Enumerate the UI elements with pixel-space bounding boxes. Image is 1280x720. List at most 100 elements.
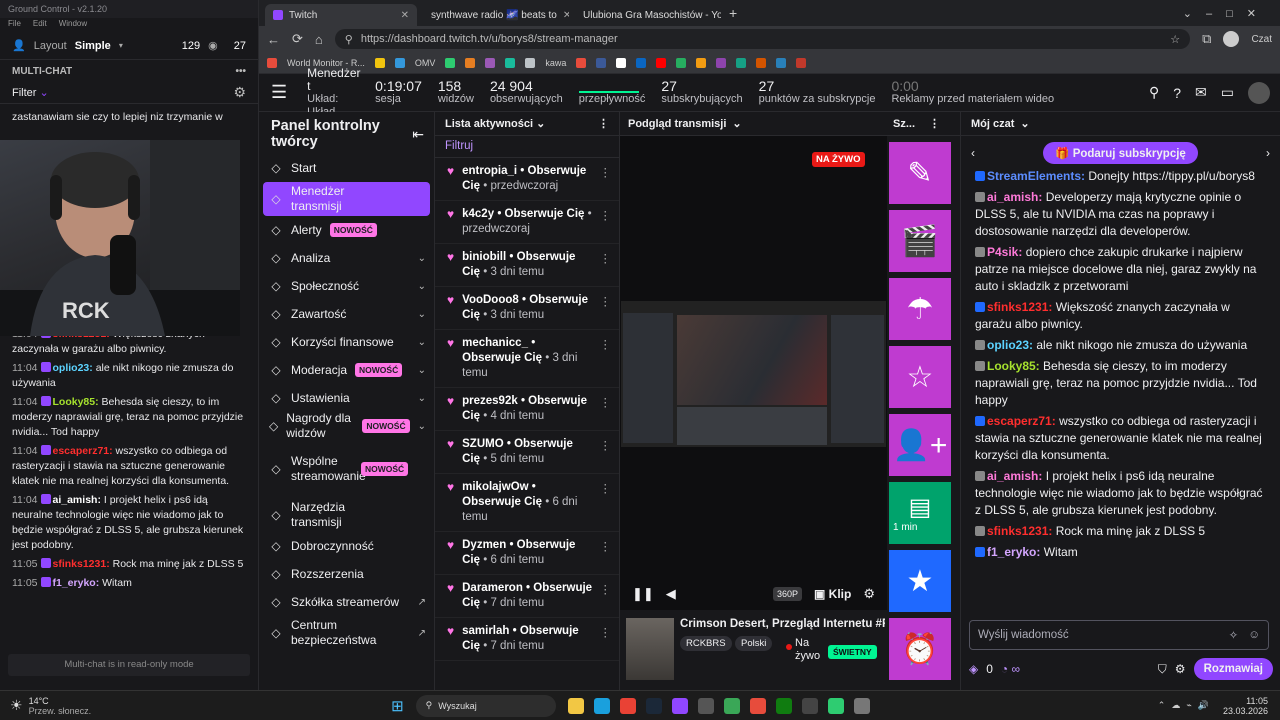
gear-icon[interactable]: ⚙ (863, 586, 875, 602)
message-user[interactable]: escaperz71: (987, 414, 1056, 428)
site-info-icon[interactable]: ⚲ (345, 33, 353, 46)
sidebar-item-4[interactable]: ◇ Społeczność ⌄ (259, 272, 434, 300)
extensions-icon[interactable]: ⧉ (1202, 31, 1211, 47)
preview-title[interactable]: Podgląd transmisji (628, 118, 726, 130)
activity-item[interactable]: ♥ SZUMO • Obserwuje Cię • 5 dni temu ⋮ (435, 431, 619, 474)
app-icon[interactable] (827, 697, 844, 714)
activity-item[interactable]: ♥ biniobill • Obserwuje Cię • 3 dni temu ⋮ (435, 244, 619, 287)
sparkle-icon[interactable]: ✧ (1229, 628, 1239, 642)
bookmark-icon[interactable] (465, 57, 476, 68)
activity-user[interactable]: biniobill (462, 251, 506, 263)
chrome-icon[interactable] (619, 697, 636, 714)
bookmark-icon[interactable] (394, 57, 405, 68)
activity-user[interactable]: mechanicc_ (462, 337, 528, 349)
activity-user[interactable]: samirlah (462, 625, 509, 637)
gear-icon[interactable]: ⚙ (1175, 662, 1186, 676)
alarm-button[interactable]: ⏰ (889, 618, 951, 680)
activity-user[interactable]: mikolajwOw (462, 481, 528, 493)
app-icon[interactable] (723, 697, 740, 714)
profile-chat-button[interactable]: Czat (1251, 34, 1272, 45)
external-link-icon[interactable]: ↗ (418, 597, 426, 608)
bookmark-kawa[interactable]: kawa (545, 58, 566, 68)
more-icon[interactable]: ⋮ (600, 295, 612, 310)
avatar[interactable] (1223, 31, 1240, 47)
tray-icons[interactable]: ⌃☁⌁🔊 (1158, 700, 1215, 711)
menu-edit[interactable]: Edit (33, 19, 47, 31)
activity-user[interactable]: Darameron (462, 582, 523, 594)
steam-icon[interactable] (645, 697, 662, 714)
activity-item[interactable]: ♥ entropia_i • Obserwuje Cię • przedwczor… (435, 158, 619, 201)
more-icon[interactable]: ⋮ (600, 583, 612, 598)
more-icon[interactable]: ⋮ (929, 117, 940, 130)
chat-send-button[interactable]: Rozmawiaj (1193, 658, 1273, 680)
chevron-down-icon[interactable]: ▾ (119, 41, 123, 50)
pause-icon[interactable]: ❚❚ (632, 586, 654, 602)
volume-icon[interactable]: ◀ (666, 586, 676, 602)
more-icon[interactable]: ••• (235, 66, 246, 77)
more-icon[interactable]: ⋮ (600, 626, 612, 641)
bookmark-icon[interactable] (676, 57, 687, 68)
chevron-down-icon[interactable]: ⌄ (418, 281, 426, 292)
sidebar-item-1[interactable]: ◇ Menedżer transmisji (263, 182, 430, 216)
raid-button[interactable]: ☂ (889, 278, 951, 340)
more-icon[interactable]: ⋮ (600, 482, 612, 497)
tag-chip[interactable]: Polski (735, 636, 773, 651)
message-user[interactable]: sfinks1231: (53, 558, 110, 570)
sidebar-item-0[interactable]: ◇ Start (259, 154, 434, 182)
tab-twitch[interactable]: Twitch ✕ (265, 4, 417, 26)
gift-sub-button[interactable]: 🎁 Podaruj subskrypcję (1043, 142, 1198, 164)
chevron-down-icon[interactable]: ⌄ (1020, 117, 1029, 130)
layout-select[interactable]: Simple (75, 40, 111, 52)
more-icon[interactable]: ⋮ (600, 209, 612, 224)
video-frame[interactable] (621, 301, 886, 447)
activity-user[interactable]: prezes92k (462, 395, 518, 407)
filter-dropdown[interactable]: Filter ⌄ (12, 86, 49, 99)
weather-widget[interactable]: 14°C Przew. słonecz. (29, 696, 92, 716)
message-user[interactable]: ai_amish: (987, 469, 1042, 483)
sidebar-item-14[interactable]: ◇ Szkółka streamerów ↗ (259, 588, 434, 616)
message-user[interactable]: sfinks1231: (987, 524, 1052, 538)
more-icon[interactable]: ⋮ (600, 540, 612, 555)
message-user[interactable]: f1_eryko: (987, 545, 1040, 559)
chevron-down-icon[interactable]: ⌄ (418, 393, 426, 404)
collapse-icon[interactable]: ⇤ (412, 126, 424, 143)
xbox-icon[interactable] (775, 697, 792, 714)
activity-filter[interactable]: Filtruj (435, 136, 619, 158)
bookmark-icon[interactable] (796, 57, 807, 68)
clip-action-button[interactable]: 🎬 (889, 210, 951, 272)
bookmark-icon[interactable] (445, 57, 456, 68)
star-action-button[interactable]: ★ (889, 550, 951, 612)
home-icon[interactable]: ⌂ (315, 32, 323, 47)
bookmark-icon[interactable] (525, 57, 536, 68)
new-tab-icon[interactable]: + (729, 5, 737, 21)
emoji-icon[interactable]: ☺ (1248, 629, 1260, 641)
more-icon[interactable]: ⋮ (600, 252, 612, 267)
avatar[interactable] (1248, 81, 1270, 104)
weather-icon[interactable]: ☀ (10, 697, 23, 714)
menu-icon[interactable]: ☰ (259, 82, 299, 103)
bookmark-icon[interactable] (267, 57, 277, 68)
activity-user[interactable]: VooDooo8 (462, 294, 519, 306)
message-user[interactable]: f1_eryko: (53, 577, 100, 589)
chat-title[interactable]: Mój czat (971, 118, 1014, 130)
activity-title[interactable]: Lista aktywności ⌄ (445, 117, 545, 130)
taskbar-search[interactable]: ⚲ Wyszukaj (415, 694, 556, 717)
chevron-down-icon[interactable]: ⌄ (418, 337, 426, 348)
clock[interactable]: 11:05 23.03.2026 (1223, 696, 1268, 716)
sidebar-item-5[interactable]: ◇ Zawartość ⌄ (259, 300, 434, 328)
sidebar-item-9[interactable]: ◇ Nagrody dla widzów NOWOŚĆ ⌄ (259, 411, 434, 440)
shield-icon[interactable]: ⛉ (1158, 662, 1167, 677)
more-icon[interactable]: ⋮ (600, 338, 612, 353)
chevron-down-icon[interactable]: ⌄ (418, 309, 426, 320)
activity-user[interactable]: Dyzmen (462, 539, 506, 551)
external-link-icon[interactable]: ↗ (418, 628, 426, 639)
message-user[interactable]: Looky85: (53, 396, 99, 408)
points-icon[interactable]: ◈ (969, 662, 978, 676)
reload-icon[interactable]: ⟳ (292, 31, 303, 47)
activity-user[interactable]: SZUMO (462, 438, 504, 450)
star-icon[interactable]: ☆ (1170, 33, 1180, 46)
sidebar-item-12[interactable]: ◇ Dobroczynność (259, 532, 434, 560)
activity-item[interactable]: ♥ Dyzmen • Obserwuje Cię • 6 dni temu ⋮ (435, 532, 619, 575)
more-icon[interactable]: ⋮ (600, 396, 612, 411)
sidebar-item-2[interactable]: ◇ Alerty NOWOŚĆ (259, 216, 434, 244)
